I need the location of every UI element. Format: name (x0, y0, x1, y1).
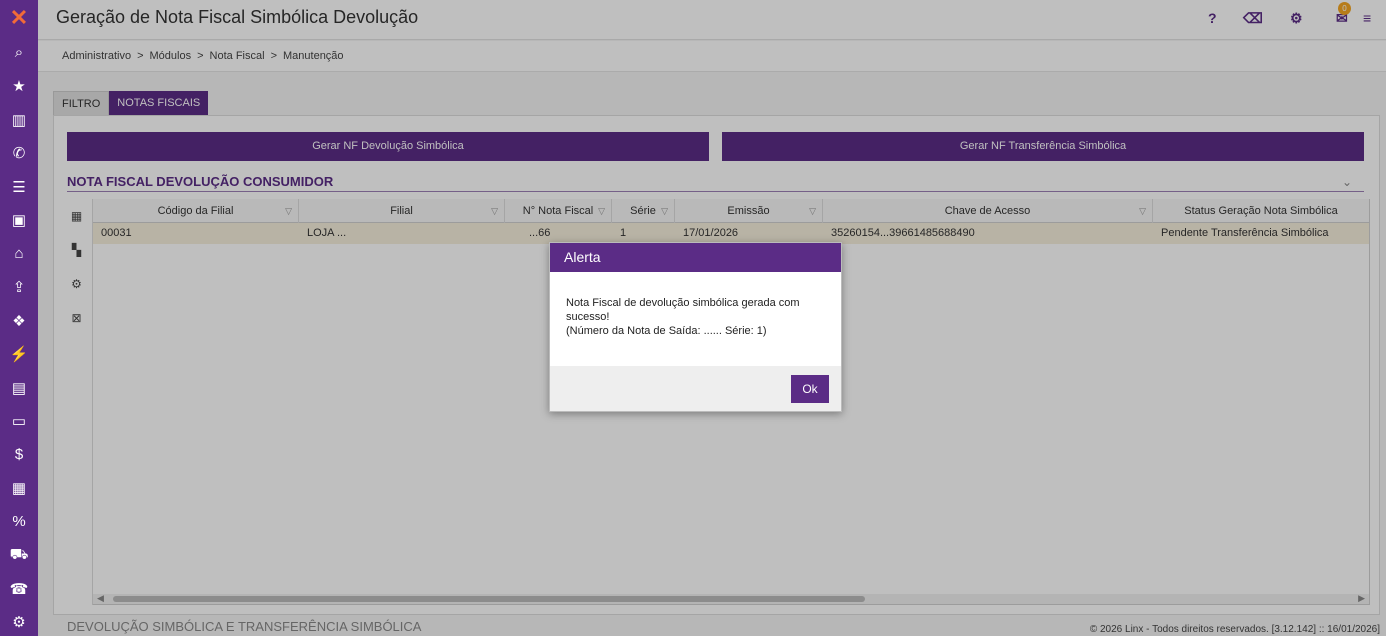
dollar-icon[interactable]: $ (0, 438, 38, 472)
dialog-message: Nota Fiscal de devolução simbólica gerad… (566, 297, 800, 323)
search-icon[interactable]: ⌕ (0, 36, 38, 70)
phone-icon[interactable]: ✆ (0, 137, 38, 171)
dialog-body: Nota Fiscal de devolução simbólica gerad… (550, 272, 841, 368)
sidebar: ✕ ⌕ ★ ▥ ✆ ☰ ▣ ⌂ ⇪ ❖ ⚡ ▤ ▭ $ ▦ % ⛟ ☎ ⚙ (0, 0, 38, 636)
plug-icon[interactable]: ⚡ (0, 338, 38, 372)
star-icon[interactable]: ★ (0, 70, 38, 104)
upload-icon[interactable]: ⇪ (0, 271, 38, 305)
basket-icon[interactable]: ⌂ (0, 237, 38, 271)
cart-icon[interactable]: ⛟ (0, 539, 38, 573)
logo-x-icon[interactable]: ✕ (0, 0, 38, 36)
dialog-footer: Ok (550, 366, 841, 411)
list-icon[interactable]: ☰ (0, 170, 38, 204)
chart-icon[interactable]: ▥ (0, 103, 38, 137)
phone-book-icon[interactable]: ☎ (0, 572, 38, 606)
footer: © 2026 Linx - Todos direitos reservados.… (1089, 624, 1380, 635)
percent-icon[interactable]: % (0, 505, 38, 539)
bar-chart-icon[interactable]: ▤ (0, 371, 38, 405)
settings-icon[interactable]: ⚙ (0, 606, 38, 636)
dialog-detail: (Número da Nota de Saída: ...... Série: … (566, 325, 767, 337)
alert-dialog: Alerta Nota Fiscal de devolução simbólic… (549, 242, 842, 412)
dropbox-icon[interactable]: ❖ (0, 304, 38, 338)
monitor-icon[interactable]: ▭ (0, 405, 38, 439)
boxes-icon[interactable]: ▦ (0, 472, 38, 506)
contact-icon[interactable]: ▣ (0, 204, 38, 238)
dialog-title: Alerta (550, 243, 841, 272)
ok-button[interactable]: Ok (791, 375, 829, 403)
